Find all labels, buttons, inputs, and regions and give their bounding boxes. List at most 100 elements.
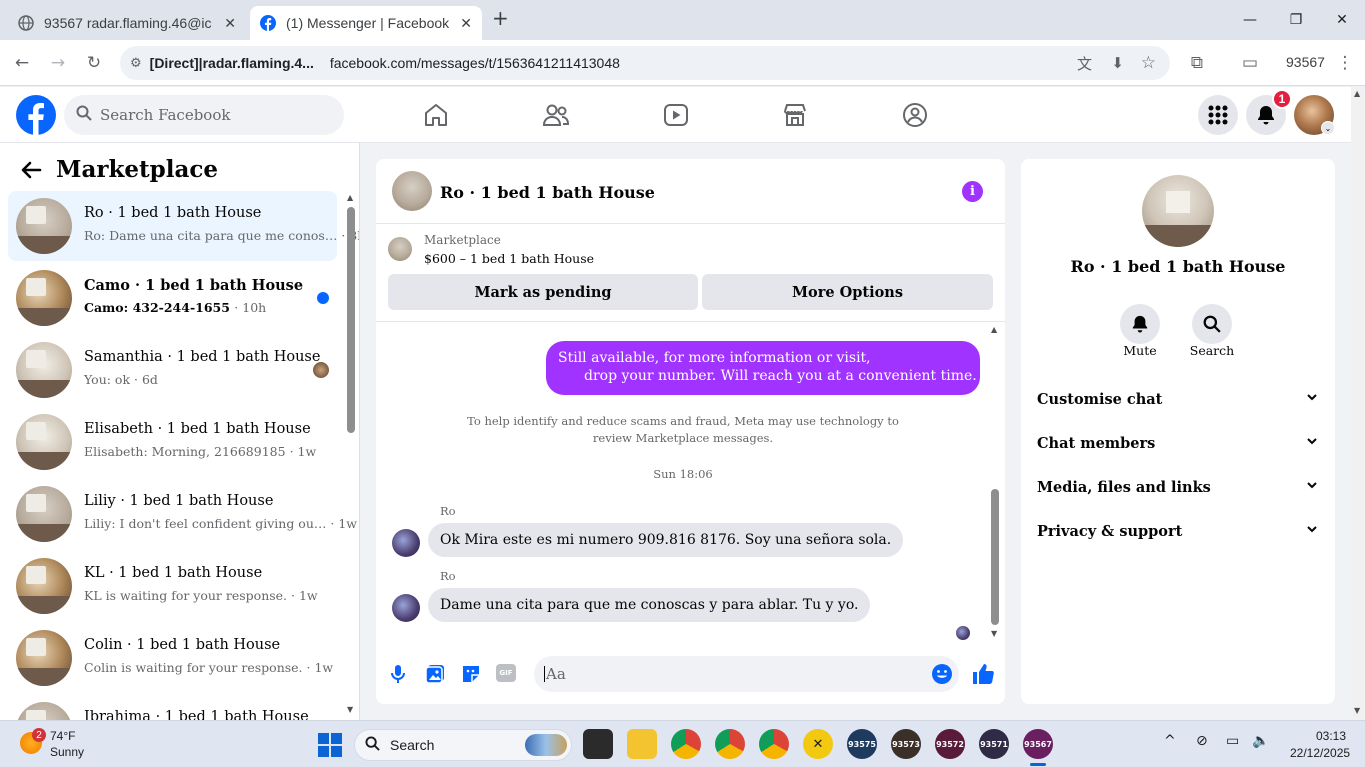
chat-header-thumbnail[interactable] xyxy=(392,171,432,211)
media-files-links-section[interactable]: Media, files and links xyxy=(1037,469,1319,505)
sent-message[interactable]: Still available, for more information or… xyxy=(546,341,1005,395)
mute-button[interactable] xyxy=(1120,304,1160,344)
received-message[interactable]: Ok Mira este es mi numero 909.816 8176. … xyxy=(428,523,904,557)
listing-thumbnail[interactable] xyxy=(388,237,412,261)
site-info-icon[interactable]: ⚙ xyxy=(130,56,142,71)
profile-app-icon[interactable]: 93575 xyxy=(847,729,877,759)
clock-time[interactable]: 03:13 xyxy=(1316,729,1346,743)
taskbar-search-box[interactable]: Search xyxy=(354,729,572,761)
back-arrow-icon[interactable] xyxy=(20,159,42,185)
facebook-logo-icon[interactable] xyxy=(16,95,56,139)
chrome-menu-icon[interactable]: ⋮ xyxy=(1331,49,1359,77)
browser-tab-1[interactable]: 93567 radar.flaming.46@ic ✕ xyxy=(8,6,246,40)
scroll-thumb[interactable] xyxy=(347,207,355,433)
profile-app-icon[interactable]: 93572 xyxy=(935,729,965,759)
sticker-icon[interactable] xyxy=(460,663,482,689)
more-options-button[interactable]: More Options xyxy=(702,274,993,310)
close-tab-icon[interactable]: ✕ xyxy=(224,15,236,32)
restore-icon[interactable]: ❐ xyxy=(1273,0,1319,40)
globe-icon xyxy=(18,15,34,31)
details-avatar[interactable] xyxy=(1142,175,1214,247)
privacy-support-section[interactable]: Privacy & support xyxy=(1037,513,1319,549)
scroll-up-arrow-icon[interactable]: ▲ xyxy=(1354,89,1360,98)
like-thumbs-up-icon[interactable] xyxy=(971,662,995,690)
video-icon[interactable] xyxy=(659,99,693,131)
friends-icon[interactable] xyxy=(539,99,573,131)
file-explorer-icon[interactable] xyxy=(627,729,657,759)
extensions-icon[interactable]: ⧉ xyxy=(1183,49,1211,77)
translate-icon[interactable]: 文 xyxy=(1077,53,1092,74)
microphone-icon[interactable] xyxy=(388,663,408,689)
menu-grid-icon[interactable] xyxy=(1198,95,1238,135)
sidebar-title: Marketplace xyxy=(56,156,219,183)
bookmark-star-icon[interactable]: ☆ xyxy=(1141,53,1156,73)
marketplace-icon[interactable] xyxy=(778,99,812,131)
chrome-app-icon[interactable] xyxy=(715,729,745,759)
photo-icon[interactable] xyxy=(424,663,446,689)
conversation-item[interactable]: Ro · 1 bed 1 bath House Ro: Dame una cit… xyxy=(8,191,359,261)
conversation-preview: Ro: Dame una cita para que me conos… · 8… xyxy=(84,228,359,243)
scroll-up-arrow-icon[interactable]: ▲ xyxy=(347,193,353,202)
chrome-app-icon[interactable] xyxy=(671,729,701,759)
windows-start-icon[interactable] xyxy=(318,733,342,757)
profile-app-icon[interactable]: 93567 xyxy=(1023,729,1053,759)
scroll-down-arrow-icon[interactable]: ▼ xyxy=(1354,706,1360,715)
reload-icon[interactable]: ↻ xyxy=(80,49,108,77)
gif-button[interactable]: GIF xyxy=(496,664,516,682)
profile-label[interactable]: 93567 xyxy=(1286,54,1325,70)
conversation-item[interactable]: KL · 1 bed 1 bath House KL is waiting fo… xyxy=(8,551,337,621)
messages-scrollbar[interactable]: ▲ ▼ xyxy=(990,325,1000,643)
minimize-icon[interactable]: — xyxy=(1227,0,1273,40)
customise-chat-section[interactable]: Customise chat xyxy=(1037,381,1319,417)
received-message[interactable]: Dame una cita para que me conoscas y par… xyxy=(428,588,871,622)
browser-tab-2[interactable]: (1) Messenger | Facebook ✕ xyxy=(250,6,482,40)
install-icon[interactable]: ⬇ xyxy=(1111,54,1124,72)
search-input[interactable]: Search Facebook xyxy=(64,95,344,135)
groups-icon[interactable] xyxy=(898,99,932,131)
sent-message-line: drop your number. Will reach you at a co… xyxy=(584,368,1005,384)
home-icon[interactable] xyxy=(419,99,453,131)
chrome-app-icon[interactable] xyxy=(759,729,789,759)
scroll-thumb[interactable] xyxy=(991,489,999,625)
scroll-down-arrow-icon[interactable]: ▼ xyxy=(991,629,997,638)
conversation-item[interactable]: Elisabeth · 1 bed 1 bath House Elisabeth… xyxy=(8,407,337,477)
page-scrollbar[interactable]: ▲ ▼ xyxy=(1351,87,1365,720)
profile-app-icon[interactable]: 93571 xyxy=(979,729,1009,759)
tab-search-icon[interactable]: ▭ xyxy=(1236,49,1264,77)
listing-price-title[interactable]: $600 – 1 bed 1 bath House xyxy=(424,251,594,266)
volume-icon[interactable]: 🔈 xyxy=(1252,733,1269,749)
emoji-icon[interactable] xyxy=(931,663,953,689)
sidebar-scrollbar[interactable]: ▲ ▼ xyxy=(346,193,356,720)
conversation-item[interactable]: Colin · 1 bed 1 bath House Colin is wait… xyxy=(8,623,337,693)
weather-widget[interactable]: 2 74°F Sunny xyxy=(12,727,122,763)
conversation-item[interactable]: Ibrahima · 1 bed 1 bath House xyxy=(8,695,337,720)
network-icon[interactable]: ⊘ xyxy=(1196,733,1208,749)
info-icon[interactable]: i xyxy=(962,181,983,202)
back-icon[interactable]: ← xyxy=(8,49,36,77)
terminal-app-icon[interactable] xyxy=(583,729,613,759)
scroll-down-arrow-icon[interactable]: ▼ xyxy=(347,705,353,714)
close-tab-icon[interactable]: ✕ xyxy=(460,15,472,32)
display-icon[interactable]: ▭ xyxy=(1226,733,1239,749)
conversation-item[interactable]: Liliy · 1 bed 1 bath House Liliy: I don'… xyxy=(8,479,357,549)
forward-icon[interactable]: → xyxy=(44,49,72,77)
sender-avatar[interactable] xyxy=(392,529,420,557)
scroll-up-arrow-icon[interactable]: ▲ xyxy=(991,325,997,334)
address-bar[interactable]: ⚙ [Direct]|radar.flaming.4... facebook.c… xyxy=(120,46,1170,80)
active-app-indicator xyxy=(1030,763,1046,766)
mark-as-pending-button[interactable]: Mark as pending xyxy=(388,274,698,310)
new-tab-button[interactable]: + xyxy=(492,6,509,30)
clock-date[interactable]: 22/12/2025 xyxy=(1290,746,1350,760)
chat-title[interactable]: Ro · 1 bed 1 bath House xyxy=(440,183,655,202)
chat-members-section[interactable]: Chat members xyxy=(1037,425,1319,461)
conversation-item[interactable]: Camo · 1 bed 1 bath House Camo: 432-244-… xyxy=(8,263,337,333)
account-chevron-icon[interactable]: ⌄ xyxy=(1321,121,1335,135)
search-conversation-button[interactable] xyxy=(1192,304,1232,344)
sender-avatar[interactable] xyxy=(392,594,420,622)
show-hidden-icons-icon[interactable]: ^ xyxy=(1164,733,1176,749)
close-window-icon[interactable]: ✕ xyxy=(1319,0,1365,40)
profile-app-icon[interactable]: 93573 xyxy=(891,729,921,759)
conversation-item[interactable]: Samanthia · 1 bed 1 bath House You: ok ·… xyxy=(8,335,337,405)
message-input[interactable]: Aa xyxy=(534,656,959,692)
x-app-icon[interactable]: ✕ xyxy=(803,729,833,759)
